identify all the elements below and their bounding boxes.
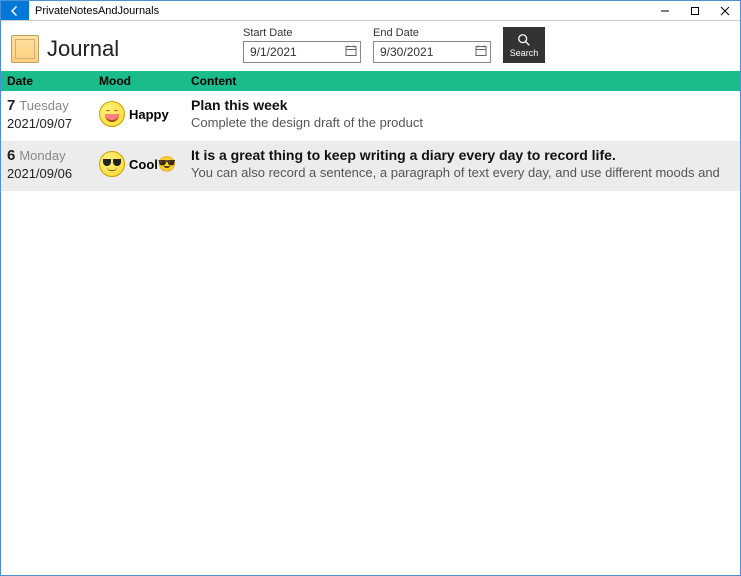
end-date-input[interactable]	[373, 41, 491, 63]
column-mood: Mood	[99, 74, 191, 88]
entry-row[interactable]: 6Monday2021/09/06Cool😎It is a great thin…	[1, 141, 740, 191]
toolbar: Journal Start Date End Date Search	[1, 21, 740, 71]
entry-date: 7 Tuesday 2021/09/07	[7, 97, 99, 131]
column-content: Content	[191, 74, 734, 88]
mood-label: Cool	[129, 157, 158, 172]
full-date: 2021/09/07	[7, 116, 99, 131]
entry-mood: Happy	[99, 97, 191, 131]
cool-face-icon	[99, 151, 125, 177]
start-date-label: Start Date	[243, 27, 361, 39]
entry-content: Plan this week Complete the design draft …	[191, 97, 734, 131]
day-name: Monday	[19, 148, 65, 163]
title-block: Journal	[11, 35, 231, 63]
entry-body: Complete the design draft of the product	[191, 115, 734, 130]
search-button[interactable]: Search	[503, 27, 545, 63]
entry-content: It is a great thing to keep writing a di…	[191, 147, 734, 181]
page-title: Journal	[47, 36, 119, 62]
start-date-input[interactable]	[243, 41, 361, 63]
calendar-icon[interactable]	[475, 45, 487, 60]
happy-face-icon	[99, 101, 125, 127]
window-controls	[650, 1, 740, 20]
mood-emoji-icon: 😎	[158, 156, 177, 173]
titlebar: PrivateNotesAndJournals	[1, 1, 740, 21]
day-name: Tuesday	[19, 98, 68, 113]
entry-list: 7 Tuesday 2021/09/07 Happy Plan this week Com…	[1, 91, 740, 191]
entry-body: You can also record a sentence, a paragr…	[191, 165, 734, 180]
minimize-button[interactable]	[650, 1, 680, 20]
day-number: 7	[7, 97, 15, 114]
minimize-icon	[660, 6, 670, 16]
search-icon	[517, 33, 531, 47]
entry-mood: Cool😎	[99, 147, 191, 181]
mood-label: Happy	[129, 107, 169, 122]
window-title: PrivateNotesAndJournals	[29, 5, 650, 17]
day-number: 6	[7, 147, 15, 164]
maximize-button[interactable]	[680, 1, 710, 20]
entry-row[interactable]: 7 Tuesday 2021/09/07 Happy Plan this week Com…	[1, 91, 740, 141]
entry-title: It is a great thing to keep writing a di…	[191, 147, 734, 163]
end-date-field: End Date	[373, 27, 491, 63]
entry-title: Plan this week	[191, 97, 734, 113]
maximize-icon	[690, 6, 700, 16]
column-header: Date Mood Content	[1, 71, 740, 91]
end-date-label: End Date	[373, 27, 491, 39]
journal-icon	[11, 35, 39, 63]
full-date: 2021/09/06	[7, 166, 99, 181]
back-button[interactable]	[1, 1, 29, 20]
entry-date: 6 Monday 2021/09/06	[7, 147, 99, 181]
close-icon	[720, 6, 730, 16]
start-date-field: Start Date	[243, 27, 361, 63]
arrow-left-icon	[9, 5, 21, 17]
calendar-icon[interactable]	[345, 45, 357, 60]
search-button-label: Search	[510, 48, 539, 58]
column-date: Date	[7, 74, 99, 88]
close-button[interactable]	[710, 1, 740, 20]
